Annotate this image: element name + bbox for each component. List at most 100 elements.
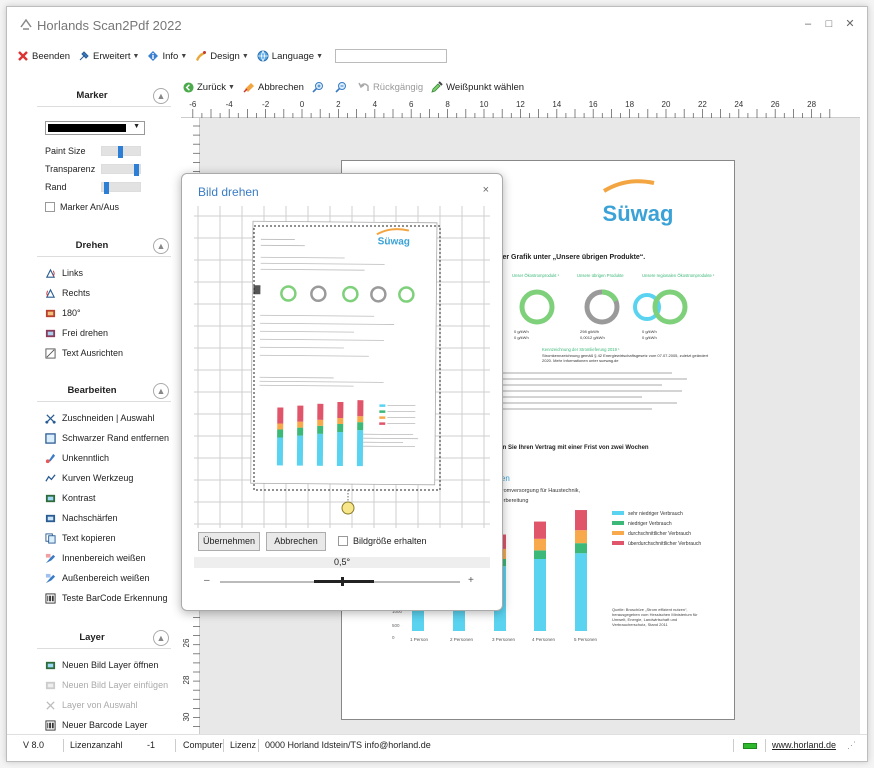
angle-decrease-button[interactable]: – <box>204 575 210 586</box>
zoom-in-button[interactable] <box>312 81 327 93</box>
rotate-preview[interactable]: Süwag <box>194 206 490 528</box>
doc-bar-segment <box>534 559 546 631</box>
edit-header: Bearbeiten ▲ <box>37 380 171 402</box>
marker-checkbox[interactable] <box>45 202 55 212</box>
rotate-title: Drehen <box>75 240 109 251</box>
preview-bar-segment <box>317 425 324 434</box>
legend-label: sehr niedriger Verbrauch <box>628 511 683 517</box>
status-divider <box>63 739 64 752</box>
barcode-layer-item[interactable]: Neuer Barcode Layer <box>45 717 148 733</box>
blur-label: Unkenntlich <box>62 453 110 463</box>
chevron-down-icon: ▼ <box>180 52 188 60</box>
maximize-button[interactable]: □ <box>822 17 836 31</box>
chevron-down-icon: ▼ <box>228 83 235 91</box>
transparency-knob[interactable] <box>133 164 139 176</box>
cancel-button[interactable]: Abbrechen <box>243 81 304 93</box>
collapse-layer-button[interactable]: ▲ <box>153 630 169 646</box>
insert-image-layer-item[interactable]: Neuen Bild Layer einfügen <box>45 677 168 693</box>
keep-size-label: Bildgröße erhalten <box>353 536 427 546</box>
ruler-label: 28 <box>182 675 191 684</box>
rotate-right-item[interactable]: Rechts <box>45 285 90 301</box>
blur-item[interactable]: Unkenntlich <box>45 450 109 466</box>
ruler-label: 14 <box>552 100 561 109</box>
preview-canvas: Süwag <box>194 206 490 528</box>
preview-legend-swatch <box>379 404 386 407</box>
zoom-out-button[interactable] <box>335 81 350 93</box>
source-note-wrap: Quelle: Broschüre „Strom effizient nutze… <box>612 607 698 627</box>
menu-info[interactable]: Info ▼ <box>147 50 187 62</box>
donut-value-a1: 0 g/kWh <box>514 329 529 334</box>
menu-language[interactable]: Language ▼ <box>257 50 323 62</box>
resize-grip-icon[interactable]: ⋰ <box>847 740 856 751</box>
marker-title: Marker <box>76 90 108 101</box>
y-tick-500: 500 <box>392 623 400 628</box>
ruler-label: -2 <box>262 100 270 109</box>
rotate-dialog: Bild drehen × Süwag Übernehmen Abbrechen… <box>181 173 503 611</box>
copy-text-item[interactable]: Text kopieren <box>45 530 116 546</box>
border-slider[interactable] <box>101 182 141 194</box>
keep-size-option[interactable]: Bildgröße erhalten <box>338 536 427 546</box>
donut-chart-1 <box>519 289 555 325</box>
preview-page: Süwag <box>250 220 438 486</box>
insert-layer-icon <box>45 681 56 689</box>
menu-erweitert[interactable]: Erweitert ▼ <box>78 50 139 62</box>
rotate-180-item[interactable]: 180° <box>45 305 81 321</box>
sharpen-item[interactable]: Nachschärfen <box>45 510 118 526</box>
collapse-rotate-button[interactable]: ▲ <box>153 238 169 254</box>
preview-bar-segment <box>297 421 304 428</box>
layer-title: Layer <box>79 632 105 643</box>
crop-item[interactable]: Zuschneiden | Auswahl <box>45 410 154 426</box>
angle-slider-range <box>314 580 374 583</box>
crop-label: Zuschneiden | Auswahl <box>62 413 155 423</box>
dialog-close-button[interactable]: × <box>483 184 489 196</box>
whiten-inner-item[interactable]: Innenbereich weißen <box>45 550 146 566</box>
collapse-edit-button[interactable]: ▲ <box>153 383 169 399</box>
apply-button[interactable]: Übernehmen <box>198 532 260 551</box>
barcode-test-item[interactable]: Teste BarCode Erkennung <box>45 590 168 606</box>
whiten-outer-label: Außenbereich weißen <box>62 573 150 583</box>
dialog-cancel-button[interactable]: Abbrechen <box>266 532 326 551</box>
curve-item[interactable]: Kurven Werkzeug <box>45 470 133 486</box>
paint-size-knob[interactable] <box>117 146 123 158</box>
whiten-outer-item[interactable]: Außenbereich weißen <box>45 570 150 586</box>
free-rotate-label: Frei drehen <box>62 328 109 338</box>
minimize-button[interactable]: – <box>801 17 815 31</box>
angle-slider[interactable]: – + <box>204 574 480 590</box>
keep-size-checkbox[interactable] <box>338 536 348 546</box>
rotate-left-item[interactable]: Links <box>45 265 83 281</box>
transparency-slider[interactable] <box>101 164 141 176</box>
horizontal-ruler: -6 -4 -2 0 2 4 6 8 10 12 14 16 18 20 22 24 26 28 <box>181 99 860 118</box>
menu-beenden[interactable]: Beenden <box>17 50 70 62</box>
menu-design[interactable]: Design ▼ <box>195 50 249 62</box>
marker-color-dropdown[interactable]: ▼ <box>45 121 145 135</box>
whitepoint-button[interactable]: Weißpunkt wählen <box>431 81 524 93</box>
align-text-item[interactable]: Text Ausrichten <box>45 345 123 361</box>
selection-layer-item[interactable]: Layer von Auswahl <box>45 697 138 713</box>
rotate-left-icon <box>45 268 56 278</box>
marker-toggle-label: Marker An/Aus <box>60 202 120 212</box>
angle-increase-button[interactable]: + <box>468 575 474 586</box>
marker-toggle[interactable]: Marker An/Aus <box>45 199 119 215</box>
collapse-marker-button[interactable]: ▲ <box>153 88 169 104</box>
rotate-handle[interactable] <box>341 501 355 515</box>
language-icon <box>257 50 269 62</box>
ruler-label: 4 <box>373 100 378 109</box>
border-knob[interactable] <box>103 182 109 194</box>
open-image-layer-item[interactable]: Neuen Bild Layer öffnen <box>45 657 158 673</box>
border-remove-item[interactable]: Schwarzer Rand entfernen <box>45 430 169 446</box>
angle-slider-knob[interactable] <box>341 577 344 586</box>
chevron-down-icon: ▼ <box>241 52 249 60</box>
close-button[interactable]: ✕ <box>843 17 857 31</box>
website-link[interactable]: www.horland.de <box>772 740 836 750</box>
status-divider <box>223 739 224 752</box>
undo-button[interactable]: Rückgängig <box>358 81 423 93</box>
donut-label-2: Unsere übrigen Produkte <box>577 273 624 278</box>
contrast-item[interactable]: Kontrast <box>45 490 96 506</box>
preview-bar-segment <box>337 417 344 425</box>
back-button[interactable]: Zurück ▼ <box>183 82 235 93</box>
menu-search-input[interactable] <box>335 49 447 63</box>
curve-label: Kurven Werkzeug <box>62 473 134 483</box>
paint-size-slider[interactable] <box>101 146 141 158</box>
free-rotate-item[interactable]: Frei drehen <box>45 325 108 341</box>
doc-heading: n der Grafik unter „Unsere übrigen Produ… <box>492 254 645 261</box>
